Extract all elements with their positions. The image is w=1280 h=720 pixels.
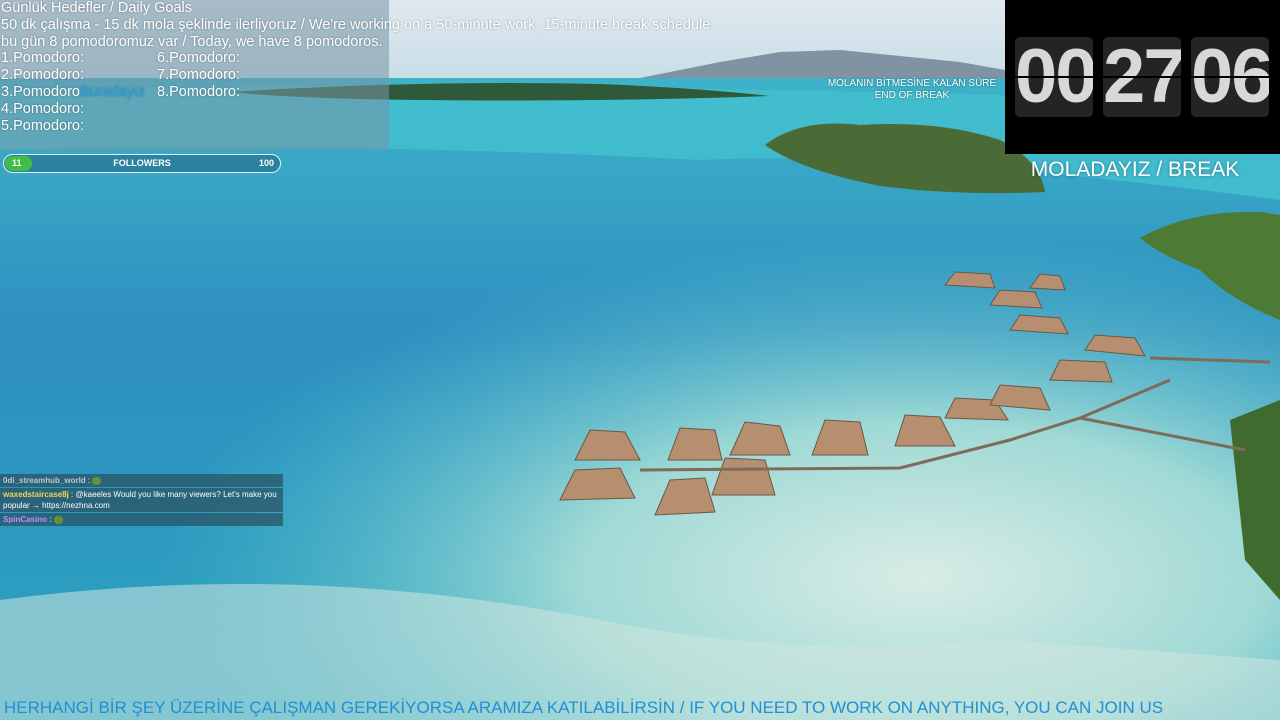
pomodoro-item-label: 3.Pomodoro (1, 83, 80, 100)
chat-overlay: 0di_streamhub_world : waxedstaircase8j :… (0, 474, 283, 527)
followers-goal-count: 100 (258, 158, 274, 168)
pomodoro-item: 7.Pomodoro: (157, 67, 241, 84)
pomodoro-item: 6.Pomodoro: (157, 50, 241, 67)
pomodoro-column-right: 6.Pomodoro: 7.Pomodoro: 8.Pomodoro: (157, 50, 240, 100)
goals-schedule: 50 dk çalışma - 15 dk mola şeklinde iler… (1, 16, 715, 33)
daily-goals-text: Günlük Hedefler / Daily Goals 50 dk çalı… (1, 0, 761, 134)
pomodoro-item: 1.Pomodoro: (1, 50, 85, 67)
chat-message: 0di_streamhub_world : (0, 474, 283, 487)
pomodoro-column-left: 1.Pomodoro: 2.Pomodoro: 3.PomodoroBurada… (1, 50, 145, 134)
followers-goal-bar: 11 FOLLOWERS 100 (3, 154, 281, 173)
pomodoro-item-current: 3.PomodoroBuradayız (1, 84, 145, 101)
timer-minutes: 27 (1103, 37, 1181, 117)
pomodoro-item: 2.Pomodoro: (1, 67, 85, 84)
chat-username: 0di_streamhub_world (3, 476, 86, 485)
chat-username: SpinCasino (3, 515, 48, 524)
pomodoro-list: 1.Pomodoro: 2.Pomodoro: 3.PomodoroBurada… (1, 50, 761, 134)
pomodoro-item: 5.Pomodoro: (1, 117, 85, 134)
timer-caption-tr: MOLANIN BİTMESİNE KALAN SÜRE (827, 78, 997, 89)
chat-message: SpinCasino : (0, 513, 283, 526)
timer-seconds: 06 (1191, 37, 1269, 117)
current-position-marker: Buradayız (80, 83, 146, 100)
scrolling-ticker: HERHANGİ BİR ŞEY ÜZERİNE ÇALIŞMAN GEREKİ… (0, 697, 1280, 719)
goals-today: bu gün 8 pomodoromuz var / Today, we hav… (1, 33, 383, 50)
countdown-timer-panel: 00 27 06 (1005, 0, 1280, 154)
pomodoro-item: 8.Pomodoro: (157, 83, 241, 100)
chat-message: waxedstaircase8j : @kaeeles Would you li… (0, 488, 283, 512)
frog-emote-icon (53, 515, 63, 524)
chat-username: waxedstaircase8j (3, 490, 69, 499)
timer-caption-en: END OF BREAK (874, 90, 950, 101)
ticker-text: HERHANGİ BİR ŞEY ÜZERİNE ÇALIŞMAN GEREKİ… (4, 698, 1164, 717)
goals-title: Günlük Hedefler / Daily Goals (1, 0, 192, 16)
pomodoro-item: 4.Pomodoro: (1, 100, 85, 117)
timer-caption: MOLANIN BİTMESİNE KALAN SÜRE END OF BREA… (818, 78, 1006, 102)
frog-emote-icon (92, 476, 102, 485)
break-status-label: MOLADAYIZ / BREAK (1030, 158, 1240, 181)
timer-hours: 00 (1015, 37, 1093, 117)
followers-label: FOLLOWERS (113, 158, 171, 168)
